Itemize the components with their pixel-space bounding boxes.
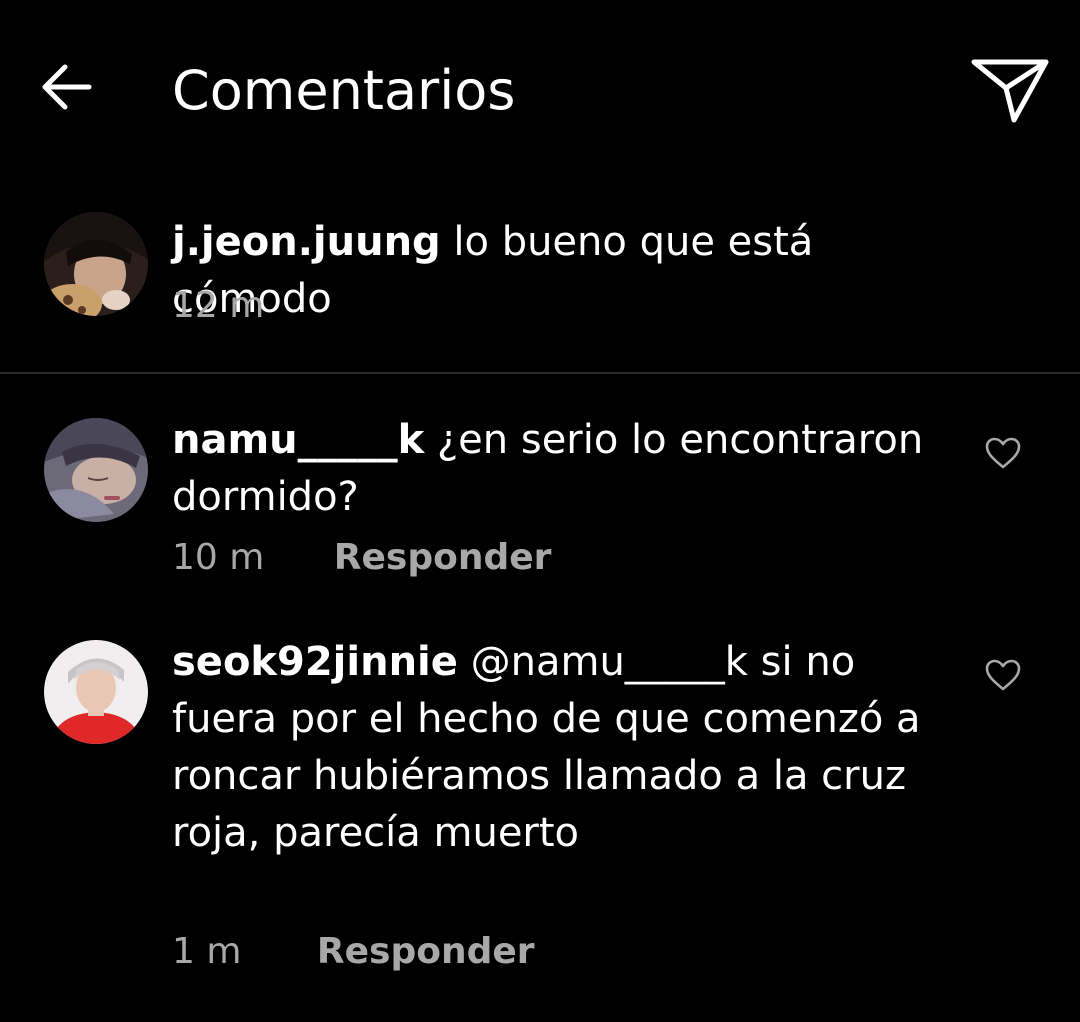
caption-username[interactable]: j.jeon.juung <box>172 219 441 265</box>
share-button[interactable] <box>962 52 1058 132</box>
list-item: namu_____k ¿en serio lo encontraron dorm… <box>172 412 952 526</box>
paper-plane-icon <box>968 54 1052 130</box>
caption-meta: 12 m <box>172 284 264 328</box>
avatar[interactable] <box>44 418 148 522</box>
avatar[interactable] <box>44 212 148 316</box>
comment-timestamp: 1 m <box>172 931 242 972</box>
like-button[interactable] <box>980 434 1026 476</box>
top-bar: Comentarios <box>0 0 1080 180</box>
heart-outline-icon <box>984 658 1022 696</box>
heart-outline-icon <box>984 436 1022 474</box>
comment-username[interactable]: namu_____k <box>172 417 424 463</box>
list-item: seok92jinnie @namu_____k si no fuera por… <box>172 634 952 862</box>
comment-username[interactable]: seok92jinnie <box>172 639 458 685</box>
reply-button[interactable]: Responder <box>334 537 552 578</box>
comment-timestamp: 10 m <box>172 537 265 578</box>
divider <box>0 372 1080 374</box>
arrow-left-icon <box>39 59 95 119</box>
page-title: Comentarios <box>172 59 516 122</box>
like-button[interactable] <box>980 656 1026 698</box>
caption-timestamp: 12 m <box>172 285 265 326</box>
comment-meta: 1 m Responder <box>172 930 535 974</box>
back-button[interactable] <box>30 52 104 126</box>
comment-meta: 10 m Responder <box>172 536 551 580</box>
caption-text: j.jeon.juung lo bueno que está cómodo <box>172 214 952 328</box>
avatar[interactable] <box>44 640 148 744</box>
reply-button[interactable]: Responder <box>317 931 535 972</box>
